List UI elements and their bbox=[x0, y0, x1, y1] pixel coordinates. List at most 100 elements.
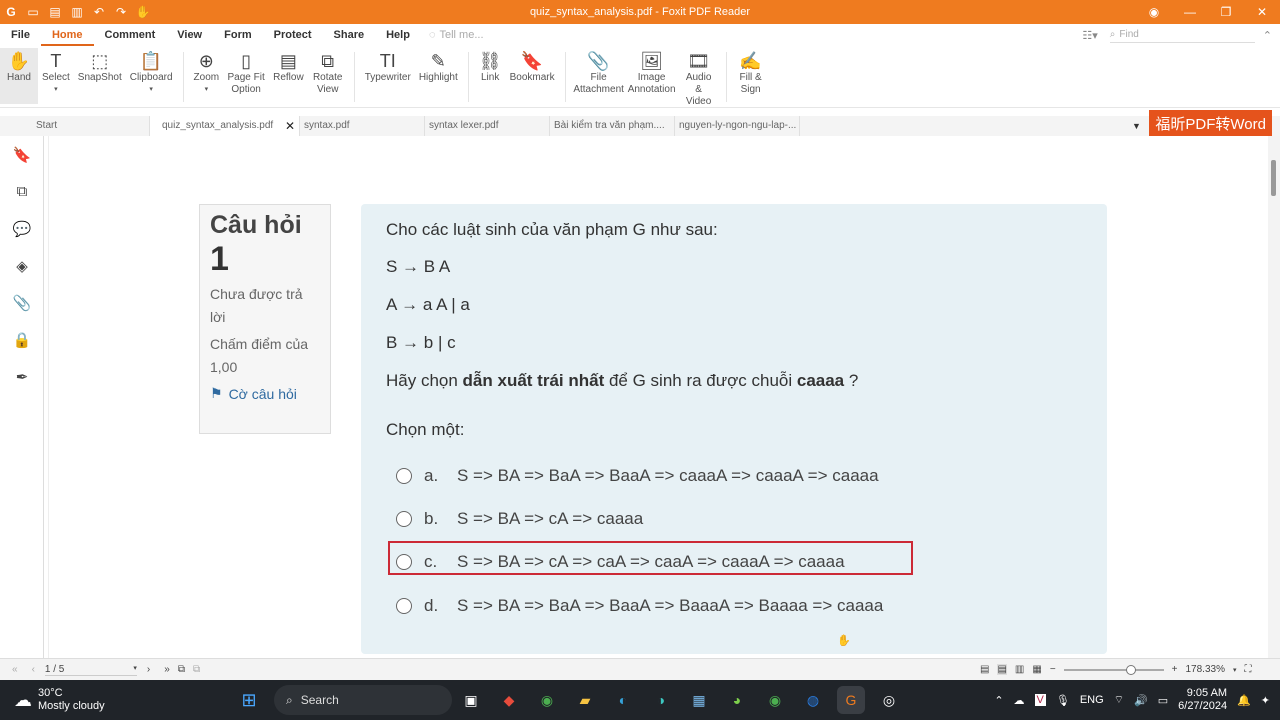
security-panel-icon[interactable]: 🔒 bbox=[0, 321, 44, 358]
menu-share[interactable]: Share bbox=[323, 24, 376, 46]
option-b[interactable]: b. S => BA => cA => caaaa bbox=[396, 509, 643, 529]
zoom-level[interactable]: 178.33% bbox=[1186, 664, 1225, 675]
battery-icon[interactable]: ▭ bbox=[1158, 694, 1168, 707]
chrome-icon[interactable]: ◉ bbox=[533, 686, 561, 714]
notification-icon[interactable]: 🔔 bbox=[1237, 694, 1251, 707]
menu-form[interactable]: Form bbox=[213, 24, 263, 46]
onedrive-icon[interactable]: ☁ bbox=[1014, 694, 1025, 707]
maximize-button[interactable]: ❐ bbox=[1208, 5, 1244, 19]
continuous-facing-icon[interactable]: ▦ bbox=[1032, 664, 1041, 675]
coccoc-icon[interactable]: ◕ bbox=[723, 686, 751, 714]
fill-sign-button[interactable]: ✍ Fill & Sign bbox=[733, 50, 769, 96]
hand-tool-icon[interactable]: ✋ bbox=[136, 5, 151, 19]
save-icon[interactable]: ▤ bbox=[48, 5, 62, 19]
minimize-button[interactable]: — bbox=[1172, 5, 1208, 19]
scroll-thumb[interactable] bbox=[1271, 160, 1276, 196]
zoom-dropdown-icon[interactable]: ▾ bbox=[1233, 666, 1237, 674]
first-page-icon[interactable]: « bbox=[12, 664, 18, 675]
microphone-icon[interactable]: 🎙 bbox=[1056, 694, 1070, 707]
option-a[interactable]: a. S => BA => BaA => BaaA => caaaA => caa… bbox=[396, 466, 879, 486]
chrome-profile-icon[interactable]: ◉ bbox=[761, 686, 789, 714]
radio-button[interactable] bbox=[396, 511, 412, 527]
tab-list-dropdown-icon[interactable]: ▼ bbox=[1132, 121, 1141, 131]
zalo-icon[interactable]: ◍ bbox=[799, 686, 827, 714]
clock-time[interactable]: 9:05 AM bbox=[1178, 687, 1227, 700]
fullscreen-icon[interactable]: ⛶ bbox=[1245, 664, 1252, 675]
menu-comment[interactable]: Comment bbox=[94, 24, 167, 46]
next-view-icon[interactable]: ⧉ bbox=[193, 664, 200, 675]
next-page-icon[interactable]: › bbox=[147, 664, 150, 675]
task-view-icon[interactable]: ▣ bbox=[457, 686, 485, 714]
file-attachment-button[interactable]: 📎 File Attachment bbox=[572, 50, 626, 96]
obs-icon[interactable]: ◎ bbox=[875, 686, 903, 714]
option-d[interactable]: d. S => BA => BaA => BaaA => BaaaA => Baa… bbox=[396, 596, 883, 616]
zoom-button[interactable]: ⊕ Zoom ▾ bbox=[190, 50, 224, 96]
menu-file[interactable]: File bbox=[0, 24, 41, 46]
clock-date[interactable]: 6/27/2024 bbox=[1178, 700, 1227, 713]
tab-nguyen-ly[interactable]: nguyen-ly-ngon-ngu-lap-... bbox=[675, 116, 800, 136]
menu-protect[interactable]: Protect bbox=[263, 24, 323, 46]
radio-button[interactable] bbox=[396, 468, 412, 484]
open-icon[interactable]: ▭ bbox=[26, 5, 40, 19]
typewriter-button[interactable]: TI Typewriter bbox=[361, 50, 415, 84]
copilot-icon[interactable]: ✦ bbox=[1261, 694, 1270, 707]
link-button[interactable]: ⛓ Link bbox=[475, 50, 506, 84]
attachments-panel-icon[interactable]: 📎 bbox=[0, 284, 44, 321]
zoom-slider[interactable] bbox=[1063, 664, 1164, 675]
page-number-input[interactable]: 1 / 5 ▾ bbox=[44, 664, 137, 676]
vietkey-icon[interactable]: V bbox=[1034, 694, 1046, 706]
highlight-button[interactable]: ✎ Highlight bbox=[415, 50, 462, 84]
close-tab-icon[interactable]: ✕ bbox=[285, 116, 295, 136]
foxit-taskbar-icon[interactable]: G bbox=[837, 686, 865, 714]
vertical-scrollbar[interactable] bbox=[1268, 136, 1280, 658]
account-icon[interactable]: ◉ bbox=[1136, 5, 1172, 19]
remote-desktop-icon[interactable]: ▦ bbox=[685, 686, 713, 714]
prev-page-icon[interactable]: ‹ bbox=[32, 664, 35, 675]
tab-quiz-syntax-analysis[interactable]: quiz_syntax_analysis.pdf ✕ bbox=[150, 116, 300, 136]
show-hidden-icons[interactable]: ⌃ bbox=[994, 694, 1003, 707]
continuous-icon[interactable]: ▤ bbox=[997, 664, 1007, 675]
tab-syntax[interactable]: syntax.pdf bbox=[300, 116, 425, 136]
zoom-in-icon[interactable]: + bbox=[1172, 664, 1178, 675]
tab-bai-kiem-tra[interactable]: Bài kiểm tra văn phạm.... bbox=[550, 116, 675, 136]
start-icon[interactable]: ⊞ bbox=[235, 686, 263, 714]
layers-panel-icon[interactable]: ◈ bbox=[0, 247, 44, 284]
undo-icon[interactable]: ↶ bbox=[92, 5, 106, 19]
snapshot-button[interactable]: ⬚ SnapShot bbox=[74, 50, 126, 84]
file-explorer-icon[interactable]: ▰ bbox=[571, 686, 599, 714]
tell-me-box[interactable]: ◌ Tell me... bbox=[429, 29, 484, 41]
facing-icon[interactable]: ▥ bbox=[1015, 664, 1024, 675]
previous-view-icon[interactable]: ⧉ bbox=[178, 664, 185, 675]
audio-video-button[interactable]: 🎞 Audio & Video bbox=[678, 50, 720, 108]
rotate-view-button[interactable]: ⧉ Rotate View bbox=[308, 50, 348, 96]
reflow-button[interactable]: ▤ Reflow bbox=[269, 50, 308, 84]
pages-panel-icon[interactable]: ⧉ bbox=[0, 173, 44, 210]
bookmark-panel-icon[interactable]: 🔖 bbox=[0, 136, 44, 173]
select-button[interactable]: T Select ▾ bbox=[38, 50, 74, 96]
find-input[interactable]: ⌕ Find bbox=[1109, 27, 1255, 43]
tab-start[interactable]: Start bbox=[0, 116, 150, 136]
clipboard-button[interactable]: 📋 Clipboard ▾ bbox=[126, 50, 177, 96]
wifi-icon[interactable]: ⌔ bbox=[1114, 693, 1124, 707]
taskbar-search[interactable]: ⌕ Search bbox=[274, 685, 452, 715]
print-icon[interactable]: ▥ bbox=[70, 5, 84, 19]
bookmark-button[interactable]: 🔖 Bookmark bbox=[506, 50, 559, 84]
collapse-ribbon-icon[interactable]: ⌃ bbox=[1255, 29, 1280, 42]
image-annotation-button[interactable]: 🖼 Image Annotation bbox=[626, 50, 678, 96]
last-page-icon[interactable]: » bbox=[164, 664, 170, 675]
comments-panel-icon[interactable]: 💬 bbox=[0, 210, 44, 247]
flag-question-link[interactable]: ⚑ Cờ câu hỏi bbox=[210, 385, 320, 402]
apps-icon[interactable]: ◆ bbox=[495, 686, 523, 714]
signature-panel-icon[interactable]: ✒ bbox=[0, 358, 44, 395]
menu-view[interactable]: View bbox=[166, 24, 213, 46]
edge-icon[interactable]: ◐ bbox=[609, 686, 637, 714]
single-page-icon[interactable]: ▤ bbox=[980, 664, 989, 675]
radio-button[interactable] bbox=[396, 554, 412, 570]
menu-home[interactable]: Home bbox=[40, 24, 94, 46]
zoom-out-icon[interactable]: − bbox=[1050, 664, 1056, 675]
close-button[interactable]: ✕ bbox=[1244, 5, 1280, 19]
redo-icon[interactable]: ↷ bbox=[114, 5, 128, 19]
layout-options-icon[interactable]: ☷▾ bbox=[1082, 29, 1097, 42]
language-indicator[interactable]: ENG bbox=[1080, 694, 1104, 706]
radio-button[interactable] bbox=[396, 598, 412, 614]
